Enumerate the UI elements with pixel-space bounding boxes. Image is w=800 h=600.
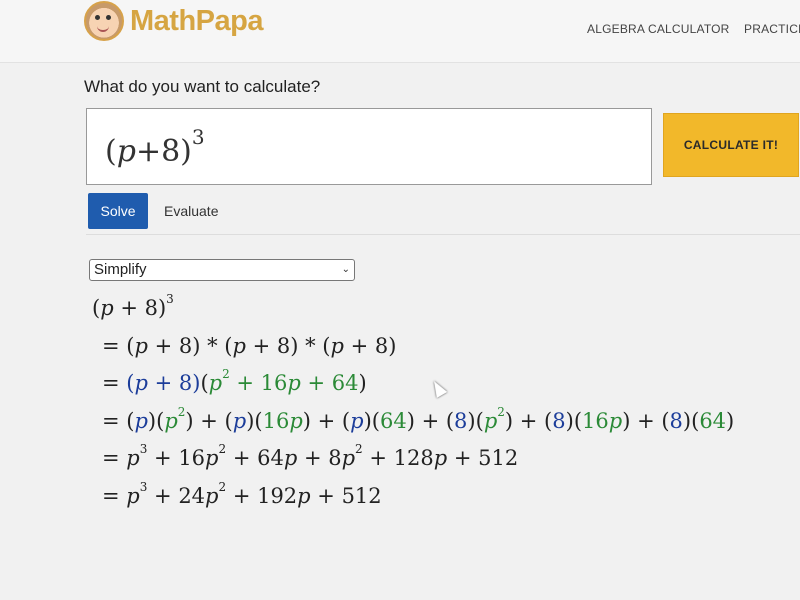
step-3: = (p)(p2) + (p)(16p) + (p)(64) + (8)(p2)…	[102, 404, 735, 433]
mode-select[interactable]: Simplify ⌄	[89, 259, 355, 281]
logo-face-icon	[84, 1, 124, 41]
tab-solve[interactable]: Solve	[88, 193, 148, 229]
expression-display: (p+8)3	[105, 125, 205, 169]
step-0: (p + 8)3	[92, 292, 174, 320]
tab-evaluate[interactable]: Evaluate	[158, 193, 224, 229]
question-label: What do you want to calculate?	[84, 77, 321, 96]
step-5: = p3 + 24p2 + 192p + 512	[102, 479, 382, 508]
solution-steps: (p + 8)3 = (p + 8) * (p + 8) * (p + 8) =…	[92, 292, 735, 521]
nav-practice[interactable]: PRACTICE	[744, 22, 800, 36]
logo[interactable]: MathPapa	[84, 1, 263, 41]
mode-select-value: Simplify	[94, 261, 147, 278]
nav-algebra-calculator[interactable]: ALGEBRA CALCULATOR	[587, 22, 730, 36]
divider	[86, 234, 800, 235]
chevron-down-icon: ⌄	[341, 264, 350, 275]
step-1: = (p + 8) * (p + 8) * (p + 8)	[102, 333, 397, 358]
step-2: = (p + 8)(p2 + 16p + 64)	[102, 367, 367, 395]
step-4: = p3 + 16p2 + 64p + 8p2 + 128p + 512	[102, 442, 519, 470]
expression-input[interactable]: (p+8)3	[86, 108, 652, 185]
calculate-button[interactable]: CALCULATE IT!	[663, 113, 799, 177]
header: MathPapa ALGEBRA CALCULATOR PRACTICE	[0, 0, 800, 63]
logo-text: MathPapa	[130, 4, 263, 37]
